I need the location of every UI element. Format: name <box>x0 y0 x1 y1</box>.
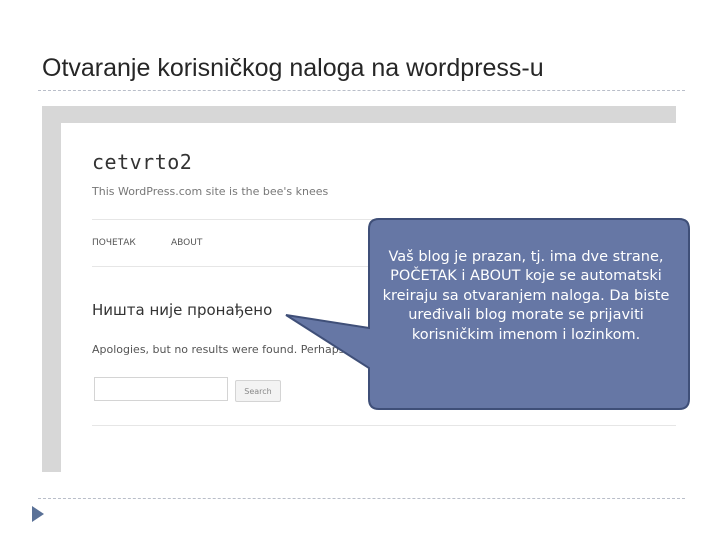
footer-divider <box>38 498 685 499</box>
triangle-right-icon <box>32 506 44 522</box>
callout-text: Vaš blog je prazan, tj. ima dve strane, … <box>382 249 670 343</box>
